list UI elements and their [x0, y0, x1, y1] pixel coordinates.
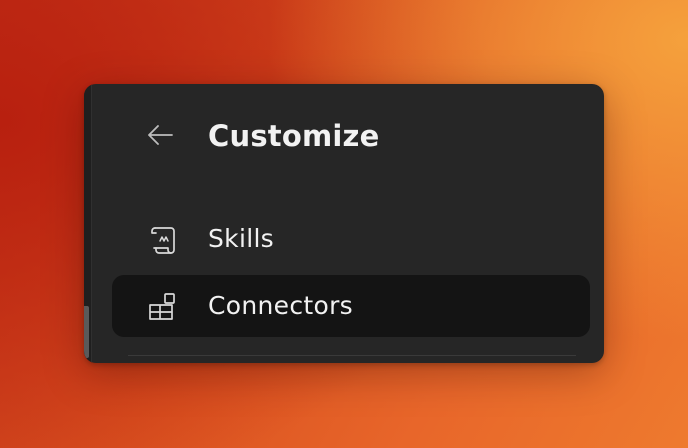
- menu-item-skills[interactable]: Skills: [112, 208, 590, 270]
- customize-panel: Customize Skills Connectors: [84, 84, 604, 363]
- back-button[interactable]: [140, 120, 180, 150]
- arrow-left-icon: [148, 125, 173, 145]
- menu-item-connectors[interactable]: Connectors: [112, 275, 590, 337]
- panel-header: Customize: [84, 84, 604, 188]
- menu-item-label: Skills: [208, 224, 275, 253]
- scroll-icon: [151, 227, 175, 254]
- blocks-icon: [149, 293, 175, 320]
- scrollbar-thumb[interactable]: [84, 306, 89, 358]
- divider: [128, 355, 576, 356]
- menu-item-label: Connectors: [208, 291, 353, 320]
- page-title: Customize: [208, 119, 380, 153]
